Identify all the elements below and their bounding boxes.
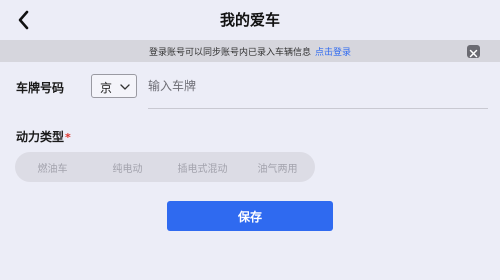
banner-text: 登录账号可以同步账号内已录入车辆信息 [148,48,311,58]
province-value: 京 [100,81,113,95]
banner-message: 登录账号可以同步账号内已录入车辆信息 点击登录 [0,45,500,58]
plate-number-label: 车牌号码 [16,81,65,95]
login-link[interactable]: 点击登录 [315,48,351,58]
header: 我的爱车 [0,0,500,40]
power-option-dual-fuel[interactable]: 油气两用 [240,160,315,175]
power-type-label: 动力类型* [16,128,71,145]
plate-divider [148,108,488,109]
save-button-label: 保存 [237,210,262,224]
power-option-fuel[interactable]: 燃油车 [15,160,90,175]
power-type-label-text: 动力类型 [16,130,65,144]
my-car-page: 我的爱车 登录账号可以同步账号内已录入车辆信息点击登录 车牌号码 京 动力类型*… [0,0,500,280]
banner-close-button[interactable] [467,45,480,58]
power-option-plugin-hybrid[interactable]: 插电式混动 [165,160,240,175]
login-banner: 登录账号可以同步账号内已录入车辆信息 点击登录 [0,40,500,62]
power-type-selector: 燃油车 纯电动 插电式混动 油气两用 [15,152,315,182]
chevron-down-icon [120,84,130,90]
power-option-electric[interactable]: 纯电动 [90,160,165,175]
province-select[interactable]: 京 [91,74,137,98]
required-mark: * [65,131,71,144]
save-button[interactable]: 保存 [167,201,333,231]
close-icon [469,49,478,58]
page-title: 我的爱车 [219,11,280,29]
plate-number-input[interactable] [148,75,478,97]
